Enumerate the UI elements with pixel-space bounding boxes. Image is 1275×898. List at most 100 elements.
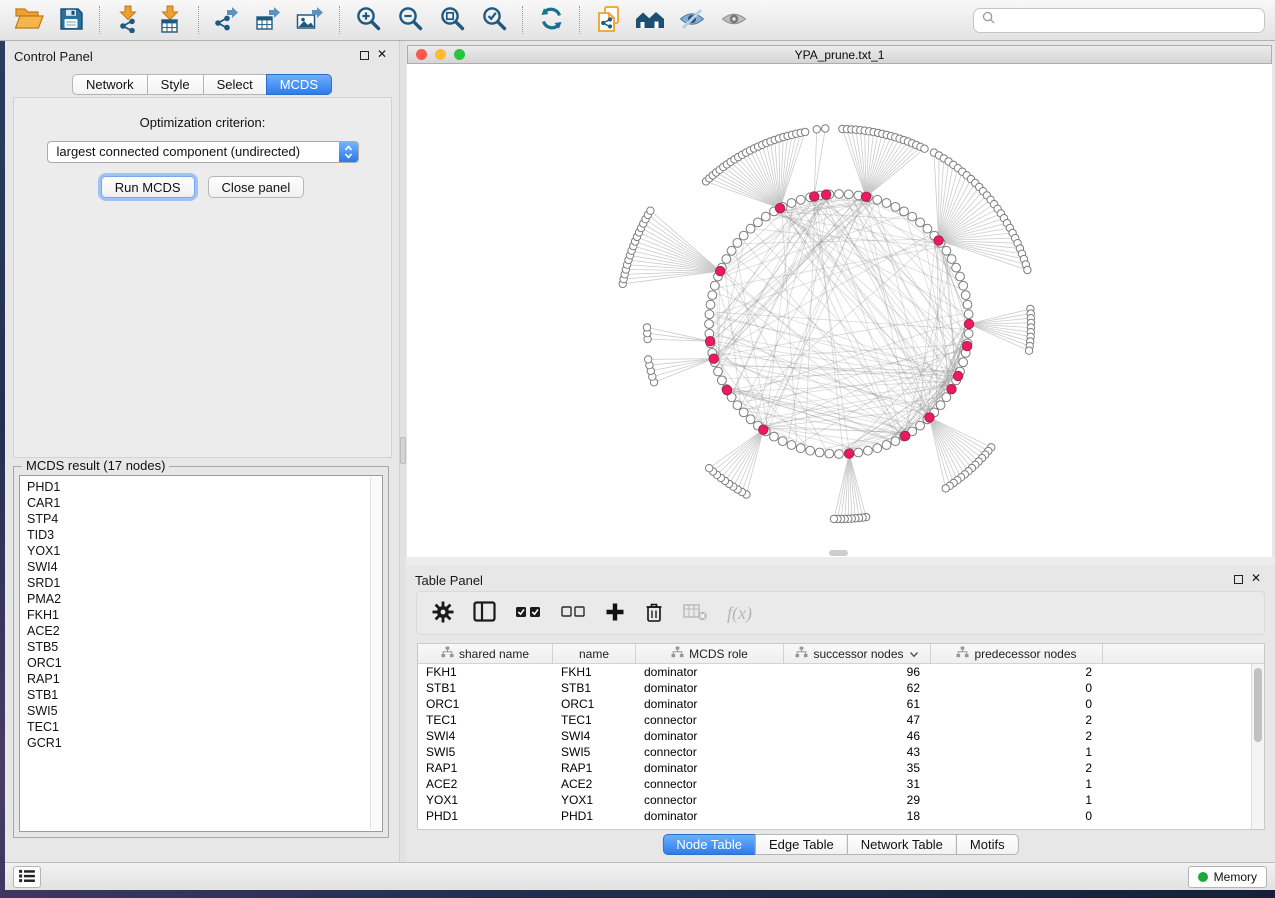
zoom-fit-button[interactable] (431, 1, 473, 39)
mcds-result-item[interactable]: STB1 (27, 687, 382, 703)
show-networks-list-button[interactable] (13, 866, 41, 888)
mcds-result-item[interactable]: PHD1 (27, 479, 382, 495)
table-cell: connector (636, 713, 784, 727)
close-panel-icon[interactable]: ✕ (377, 47, 387, 61)
table-row[interactable]: TEC1TEC1connector472 (418, 712, 1264, 728)
open-session-button[interactable] (8, 1, 50, 39)
zoom-in-button[interactable] (347, 1, 389, 39)
mcds-result-item[interactable]: TID3 (27, 527, 382, 543)
table-cell: 31 (784, 777, 931, 791)
table-row[interactable]: FKH1FKH1dominator962 (418, 664, 1264, 680)
table-scrollbar[interactable] (1251, 664, 1264, 829)
search-input[interactable] (1001, 12, 1256, 28)
table-row[interactable]: STB1STB1dominator620 (418, 680, 1264, 696)
close-panel-icon[interactable]: ✕ (1251, 571, 1261, 585)
network-graph[interactable] (407, 64, 1272, 557)
mcds-result-item[interactable]: FKH1 (27, 607, 382, 623)
search-box[interactable] (973, 8, 1265, 33)
table-cell: YOX1 (553, 793, 636, 807)
mcds-result-item[interactable]: GCR1 (27, 735, 382, 751)
column-header-predecessor-nodes[interactable]: predecessor nodes (931, 644, 1103, 663)
table-cell: 29 (784, 793, 931, 807)
mcds-result-item[interactable]: SWI4 (27, 559, 382, 575)
table-row[interactable]: SWI5SWI5connector431 (418, 744, 1264, 760)
tab-motifs[interactable]: Motifs (956, 834, 1019, 855)
import-network-button[interactable] (107, 1, 149, 39)
mcds-list-scrollbar[interactable] (370, 477, 381, 830)
optimization-criterion-value: largest connected component (undirected) (57, 144, 301, 159)
column-type-icon (671, 646, 684, 661)
tab-edge-table[interactable]: Edge Table (755, 834, 848, 855)
show-all-button[interactable] (713, 1, 755, 39)
import-table-button[interactable] (149, 1, 191, 39)
mcds-result-item[interactable]: STP4 (27, 511, 382, 527)
first-neighbors-button[interactable] (629, 1, 671, 39)
tab-network[interactable]: Network (72, 74, 148, 95)
optimization-criterion-select[interactable]: largest connected component (undirected) (47, 141, 359, 163)
delete-column-button[interactable] (644, 601, 664, 626)
mcds-result-groupbox: MCDS result (17 nodes) PHD1CAR1STP4TID3Y… (13, 466, 389, 838)
save-session-button[interactable] (50, 1, 92, 39)
tab-style[interactable]: Style (147, 74, 204, 95)
network-window-titlebar[interactable]: YPA_prune.txt_1 (407, 45, 1272, 64)
network-canvas[interactable] (407, 64, 1272, 557)
mcds-result-item[interactable]: RAP1 (27, 671, 382, 687)
delete-column-icon (644, 601, 664, 626)
tab-network-table[interactable]: Network Table (847, 834, 957, 855)
table-scrollbar-thumb[interactable] (1254, 668, 1262, 742)
horizontal-splitter[interactable] (406, 557, 1275, 565)
close-panel-button[interactable]: Close panel (208, 176, 305, 198)
table-row[interactable]: PHD1PHD1dominator180 (418, 808, 1264, 824)
mcds-result-item[interactable]: SRD1 (27, 575, 382, 591)
table-settings-button[interactable] (432, 601, 454, 626)
mcds-result-list[interactable]: PHD1CAR1STP4TID3YOX1SWI4SRD1PMA2FKH1ACE2… (19, 475, 383, 832)
memory-button[interactable]: Memory (1188, 866, 1267, 888)
export-network-icon (213, 6, 241, 35)
table-cell: dominator (636, 729, 784, 743)
table-row[interactable]: RAP1RAP1dominator352 (418, 760, 1264, 776)
column-header-shared-name[interactable]: shared name (418, 644, 553, 663)
zoom-selected-button[interactable] (473, 1, 515, 39)
refresh-button[interactable] (530, 1, 572, 39)
table-cell: 96 (784, 665, 931, 679)
run-mcds-button[interactable]: Run MCDS (101, 176, 195, 198)
network-hscroll-thumb[interactable] (829, 550, 848, 556)
tab-mcds[interactable]: MCDS (266, 74, 332, 95)
export-network-button[interactable] (206, 1, 248, 39)
deselect-all-button[interactable] (561, 605, 586, 622)
mcds-result-item[interactable]: STB5 (27, 639, 382, 655)
table-row[interactable]: SWI4SWI4dominator462 (418, 728, 1264, 744)
float-panel-icon[interactable] (1234, 575, 1243, 584)
create-column-button[interactable] (605, 602, 625, 625)
show-column-panel-button[interactable] (473, 601, 496, 625)
table-row[interactable]: YOX1YOX1connector291 (418, 792, 1264, 808)
column-header-successor-nodes[interactable]: successor nodes (784, 644, 931, 663)
export-image-button[interactable] (290, 1, 332, 39)
refresh-icon (538, 5, 565, 35)
column-header-MCDS-role[interactable]: MCDS role (636, 644, 784, 663)
tab-node-table[interactable]: Node Table (662, 834, 756, 855)
import-table-icon (157, 5, 183, 36)
mcds-result-item[interactable]: PMA2 (27, 591, 382, 607)
column-header-name[interactable]: name (553, 644, 636, 663)
tab-select[interactable]: Select (203, 74, 267, 95)
optimization-criterion-label: Optimization criterion: (14, 115, 391, 130)
mcds-result-item[interactable]: TEC1 (27, 719, 382, 735)
select-all-button[interactable] (515, 604, 542, 623)
mcds-result-item[interactable]: ORC1 (27, 655, 382, 671)
zoom-out-button[interactable] (389, 1, 431, 39)
mcds-result-item[interactable]: SWI5 (27, 703, 382, 719)
hide-selected-button[interactable] (671, 1, 713, 39)
mcds-result-item[interactable]: ACE2 (27, 623, 382, 639)
table-cell: dominator (636, 681, 784, 695)
export-table-button[interactable] (248, 1, 290, 39)
hide-selected-icon (678, 6, 706, 35)
table-cell: connector (636, 745, 784, 759)
mcds-result-item[interactable]: CAR1 (27, 495, 382, 511)
new-network-from-selection-button[interactable] (587, 1, 629, 39)
float-panel-icon[interactable] (360, 51, 369, 60)
table-row[interactable]: ACE2ACE2connector311 (418, 776, 1264, 792)
table-row[interactable]: ORC1ORC1dominator610 (418, 696, 1264, 712)
mcds-result-item[interactable]: YOX1 (27, 543, 382, 559)
show-column-panel-icon (473, 601, 496, 625)
